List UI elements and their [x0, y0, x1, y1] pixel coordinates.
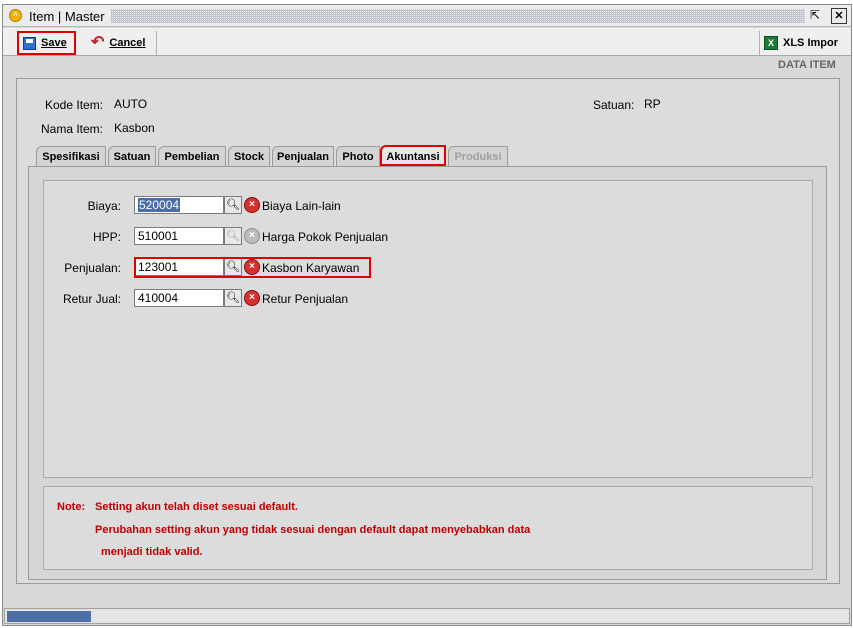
penjualan-label: Penjualan: [64, 261, 121, 275]
hpp-account-input[interactable]: 510001 [134, 227, 224, 245]
undo-arrow-icon: ↶ [91, 34, 105, 51]
tab-satuan[interactable]: Satuan [108, 146, 156, 166]
hpp-account-name: Harga Pokok Penjualan [262, 230, 389, 244]
biaya-search-icon[interactable]: 🔍︎ [224, 196, 242, 214]
retur-jual-clear-icon[interactable]: × [244, 290, 260, 306]
hpp-clear-icon: × [244, 228, 260, 244]
toolbar: Save ↶ Cancel X XLS Impor [3, 28, 851, 56]
hpp-label: HPP: [92, 230, 121, 244]
biaya-account-input[interactable]: 520004 [134, 196, 224, 214]
hpp-search-icon: 🔍︎ [224, 227, 242, 245]
satuan-label: Satuan: [593, 98, 635, 112]
section-label: DATA ITEM [778, 59, 836, 71]
kode-item-label: Kode Item: [45, 98, 104, 112]
satuan-value: RP [644, 97, 661, 111]
tab-photo[interactable]: Photo [336, 146, 380, 166]
penjualan-account-input[interactable]: 123001 [134, 258, 224, 276]
xls-import-label: XLS Impor [783, 37, 839, 49]
retur-jual-search-icon[interactable]: 🔍︎ [224, 289, 242, 307]
excel-icon: X [764, 36, 778, 50]
kode-item-value: AUTO [114, 97, 148, 111]
app-icon: ^ [9, 9, 22, 22]
penjualan-search-icon[interactable]: 🔍︎ [224, 258, 242, 276]
close-icon[interactable]: ✕ [831, 8, 847, 24]
cancel-label: Cancel [109, 37, 146, 49]
save-label: Save [41, 37, 67, 49]
biaya-account-name: Biaya Lain-lain [262, 199, 341, 213]
account-settings-group [43, 180, 813, 478]
save-button[interactable]: Save [17, 31, 76, 55]
note-prefix: Note: [57, 501, 86, 513]
xls-import-button[interactable]: X XLS Impor [759, 31, 845, 55]
note-line-2: Perubahan setting akun yang tidak sesuai… [95, 524, 531, 536]
penjualan-account-name: Kasbon Karyawan [262, 261, 360, 275]
retur-jual-account-name: Retur Penjualan [262, 292, 349, 306]
tab-pembelian[interactable]: Pembelian [158, 146, 226, 166]
tab-produksi: Produksi [448, 146, 508, 166]
retur-jual-label: Retur Jual: [62, 292, 121, 306]
note-line-1: Setting akun telah diset sesuai default. [95, 501, 298, 513]
biaya-label: Biaya: [87, 199, 121, 213]
biaya-clear-icon[interactable]: × [244, 197, 260, 213]
window-title: Item | Master [29, 9, 105, 24]
title-bar[interactable]: ^ Item | Master ⇱ ✕ [3, 5, 851, 27]
nama-item-value: Kasbon [114, 121, 155, 135]
tab-akuntansi[interactable]: Akuntansi [380, 145, 446, 166]
biaya-account-code: 520004 [138, 198, 181, 212]
penjualan-clear-icon[interactable]: × [244, 259, 260, 275]
status-bar [4, 608, 850, 624]
tab-stock[interactable]: Stock [228, 146, 270, 166]
restore-icon[interactable]: ⇱ [807, 8, 823, 24]
retur-jual-account-input[interactable]: 410004 [134, 289, 224, 307]
note-line-3: menjadi tidak valid. [101, 546, 203, 558]
progress-bar [7, 611, 91, 622]
cancel-button[interactable]: ↶ Cancel [87, 31, 157, 55]
nama-item-label: Nama Item: [41, 122, 104, 136]
floppy-disk-icon [23, 36, 36, 50]
tab-spesifikasi[interactable]: Spesifikasi [36, 146, 106, 166]
title-bar-grip [111, 9, 805, 23]
tab-penjualan[interactable]: Penjualan [272, 146, 334, 166]
